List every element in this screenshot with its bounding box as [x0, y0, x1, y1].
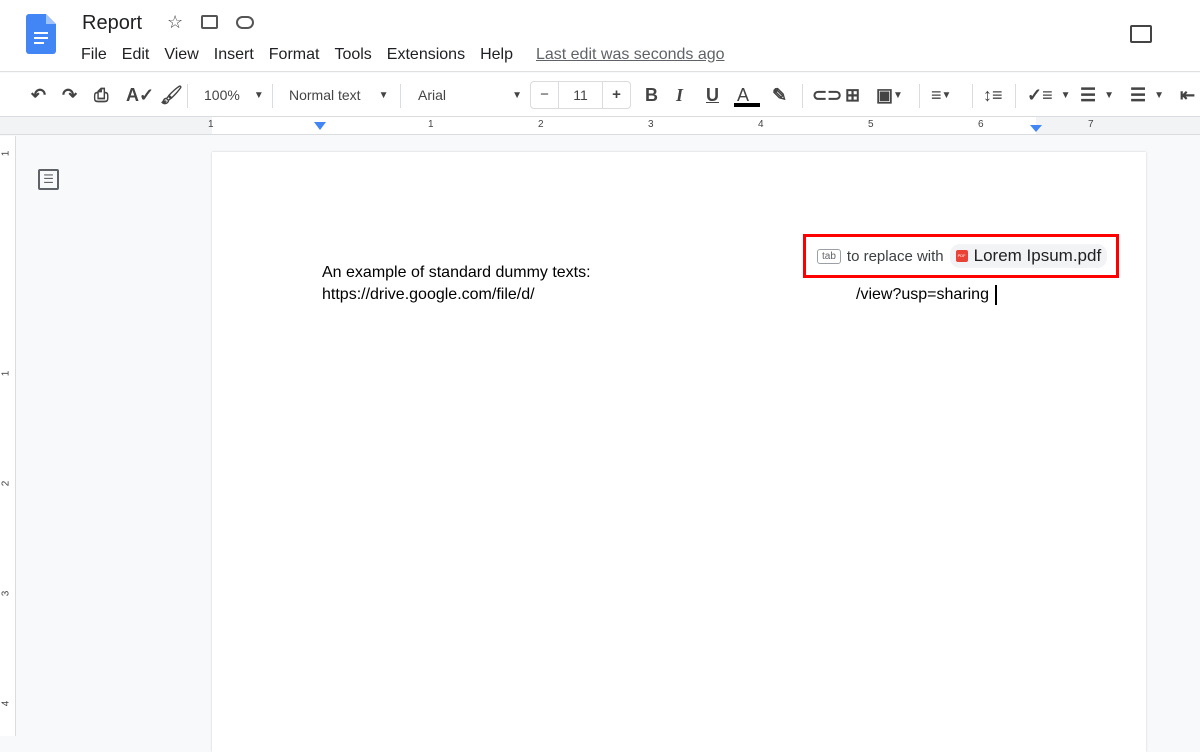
- ruler-label: 1: [0, 370, 12, 377]
- file-chip-label: Lorem Ipsum.pdf: [973, 246, 1102, 265]
- document-title[interactable]: Report: [82, 12, 142, 35]
- font-size-input[interactable]: 11: [559, 82, 602, 108]
- ruler-label: 4: [758, 119, 764, 130]
- font-size-stepper[interactable]: − 11 +: [530, 81, 631, 109]
- print-icon[interactable]: ⎙: [94, 84, 108, 106]
- chevron-down-icon: ▼: [378, 89, 389, 101]
- document-outline-icon[interactable]: ☰: [38, 169, 59, 190]
- suggestion-text: to replace with: [846, 247, 944, 265]
- menu-format[interactable]: Format: [269, 46, 320, 64]
- star-icon[interactable]: ☆: [167, 12, 183, 33]
- paint-format-icon[interactable]: 🖌: [160, 84, 183, 106]
- menu-insert[interactable]: Insert: [214, 46, 254, 64]
- comments-icon[interactable]: [1130, 25, 1152, 43]
- ruler-label: 2: [538, 119, 544, 130]
- ruler-label: 3: [0, 590, 12, 597]
- font-select[interactable]: Arial ▼: [418, 84, 522, 106]
- ruler-label: 1: [208, 119, 214, 130]
- vertical-ruler[interactable]: [0, 136, 16, 736]
- zoom-select[interactable]: 100% ▼: [204, 84, 264, 106]
- align-icon[interactable]: ≡ ▼: [931, 84, 951, 106]
- header: Report ☆ File Edit View Insert Format To…: [0, 0, 1200, 72]
- menu-bar: File Edit View Insert Format Tools Exten…: [81, 46, 740, 64]
- menu-file[interactable]: File: [81, 46, 107, 64]
- bulleted-list-icon[interactable]: ☰ ▼: [1080, 84, 1114, 106]
- text-cursor: [995, 285, 997, 305]
- pdf-icon: PDF: [955, 250, 968, 262]
- menu-extensions[interactable]: Extensions: [387, 46, 465, 64]
- checklist-icon[interactable]: ✓≡ ▼: [1027, 84, 1071, 106]
- add-comment-icon[interactable]: ⊞: [845, 84, 860, 106]
- underline-button[interactable]: U: [706, 84, 719, 106]
- italic-button[interactable]: I: [676, 84, 683, 106]
- menu-tools[interactable]: Tools: [334, 46, 371, 64]
- font-value: Arial: [418, 87, 447, 103]
- smart-chip-suggestion[interactable]: tab to replace with PDF Lorem Ipsum.pdf: [803, 234, 1119, 278]
- document-line: An example of standard dummy texts:: [322, 264, 591, 281]
- text-color-swatch: [734, 103, 760, 107]
- ruler-label: 7: [1088, 119, 1094, 130]
- horizontal-ruler[interactable]: [0, 117, 1200, 135]
- right-indent-marker[interactable]: [1030, 125, 1042, 132]
- ruler-label: 6: [978, 119, 984, 130]
- ruler-label: 4: [0, 700, 12, 707]
- cloud-saved-icon[interactable]: [236, 16, 254, 29]
- menu-edit[interactable]: Edit: [122, 46, 150, 64]
- decrease-indent-icon[interactable]: ⇤: [1180, 84, 1195, 106]
- link-icon[interactable]: ⊂⊃: [812, 84, 842, 106]
- ruler-label: 1: [428, 119, 434, 130]
- zoom-value: 100%: [204, 87, 240, 103]
- ruler-label: 2: [0, 480, 12, 487]
- ruler-label: 3: [648, 119, 654, 130]
- menu-help[interactable]: Help: [480, 46, 513, 64]
- redo-icon[interactable]: ↷: [62, 84, 77, 106]
- insert-image-icon[interactable]: ▣ ▼: [876, 84, 903, 106]
- url-end: /view?usp=sharing: [856, 286, 989, 303]
- style-value: Normal text: [289, 87, 361, 103]
- ruler-label: 1: [0, 150, 12, 157]
- numbered-list-icon[interactable]: ☰ ▼: [1130, 84, 1164, 106]
- style-select[interactable]: Normal text ▼: [289, 84, 388, 106]
- file-chip[interactable]: PDF Lorem Ipsum.pdf: [949, 244, 1108, 268]
- last-edit-link[interactable]: Last edit was seconds ago: [536, 46, 725, 64]
- highlight-icon[interactable]: ✎: [772, 84, 787, 106]
- move-folder-icon[interactable]: [201, 15, 218, 29]
- left-indent-marker[interactable]: [314, 122, 326, 130]
- undo-icon[interactable]: ↶: [31, 84, 46, 106]
- tab-key-hint: tab: [817, 248, 841, 264]
- url-start: https://drive.google.com/file/d/: [322, 286, 535, 303]
- chevron-down-icon: ▼: [512, 89, 522, 101]
- docs-logo-icon[interactable]: [26, 14, 56, 54]
- spellcheck-icon[interactable]: A✓: [126, 84, 154, 106]
- line-spacing-icon[interactable]: ↕≡: [983, 84, 1003, 106]
- bold-button[interactable]: B: [645, 84, 658, 106]
- increase-font-button[interactable]: +: [602, 82, 630, 108]
- ruler-label: 5: [868, 119, 874, 130]
- chevron-down-icon: ▼: [253, 89, 264, 101]
- menu-view[interactable]: View: [164, 46, 198, 64]
- decrease-font-button[interactable]: −: [531, 82, 559, 108]
